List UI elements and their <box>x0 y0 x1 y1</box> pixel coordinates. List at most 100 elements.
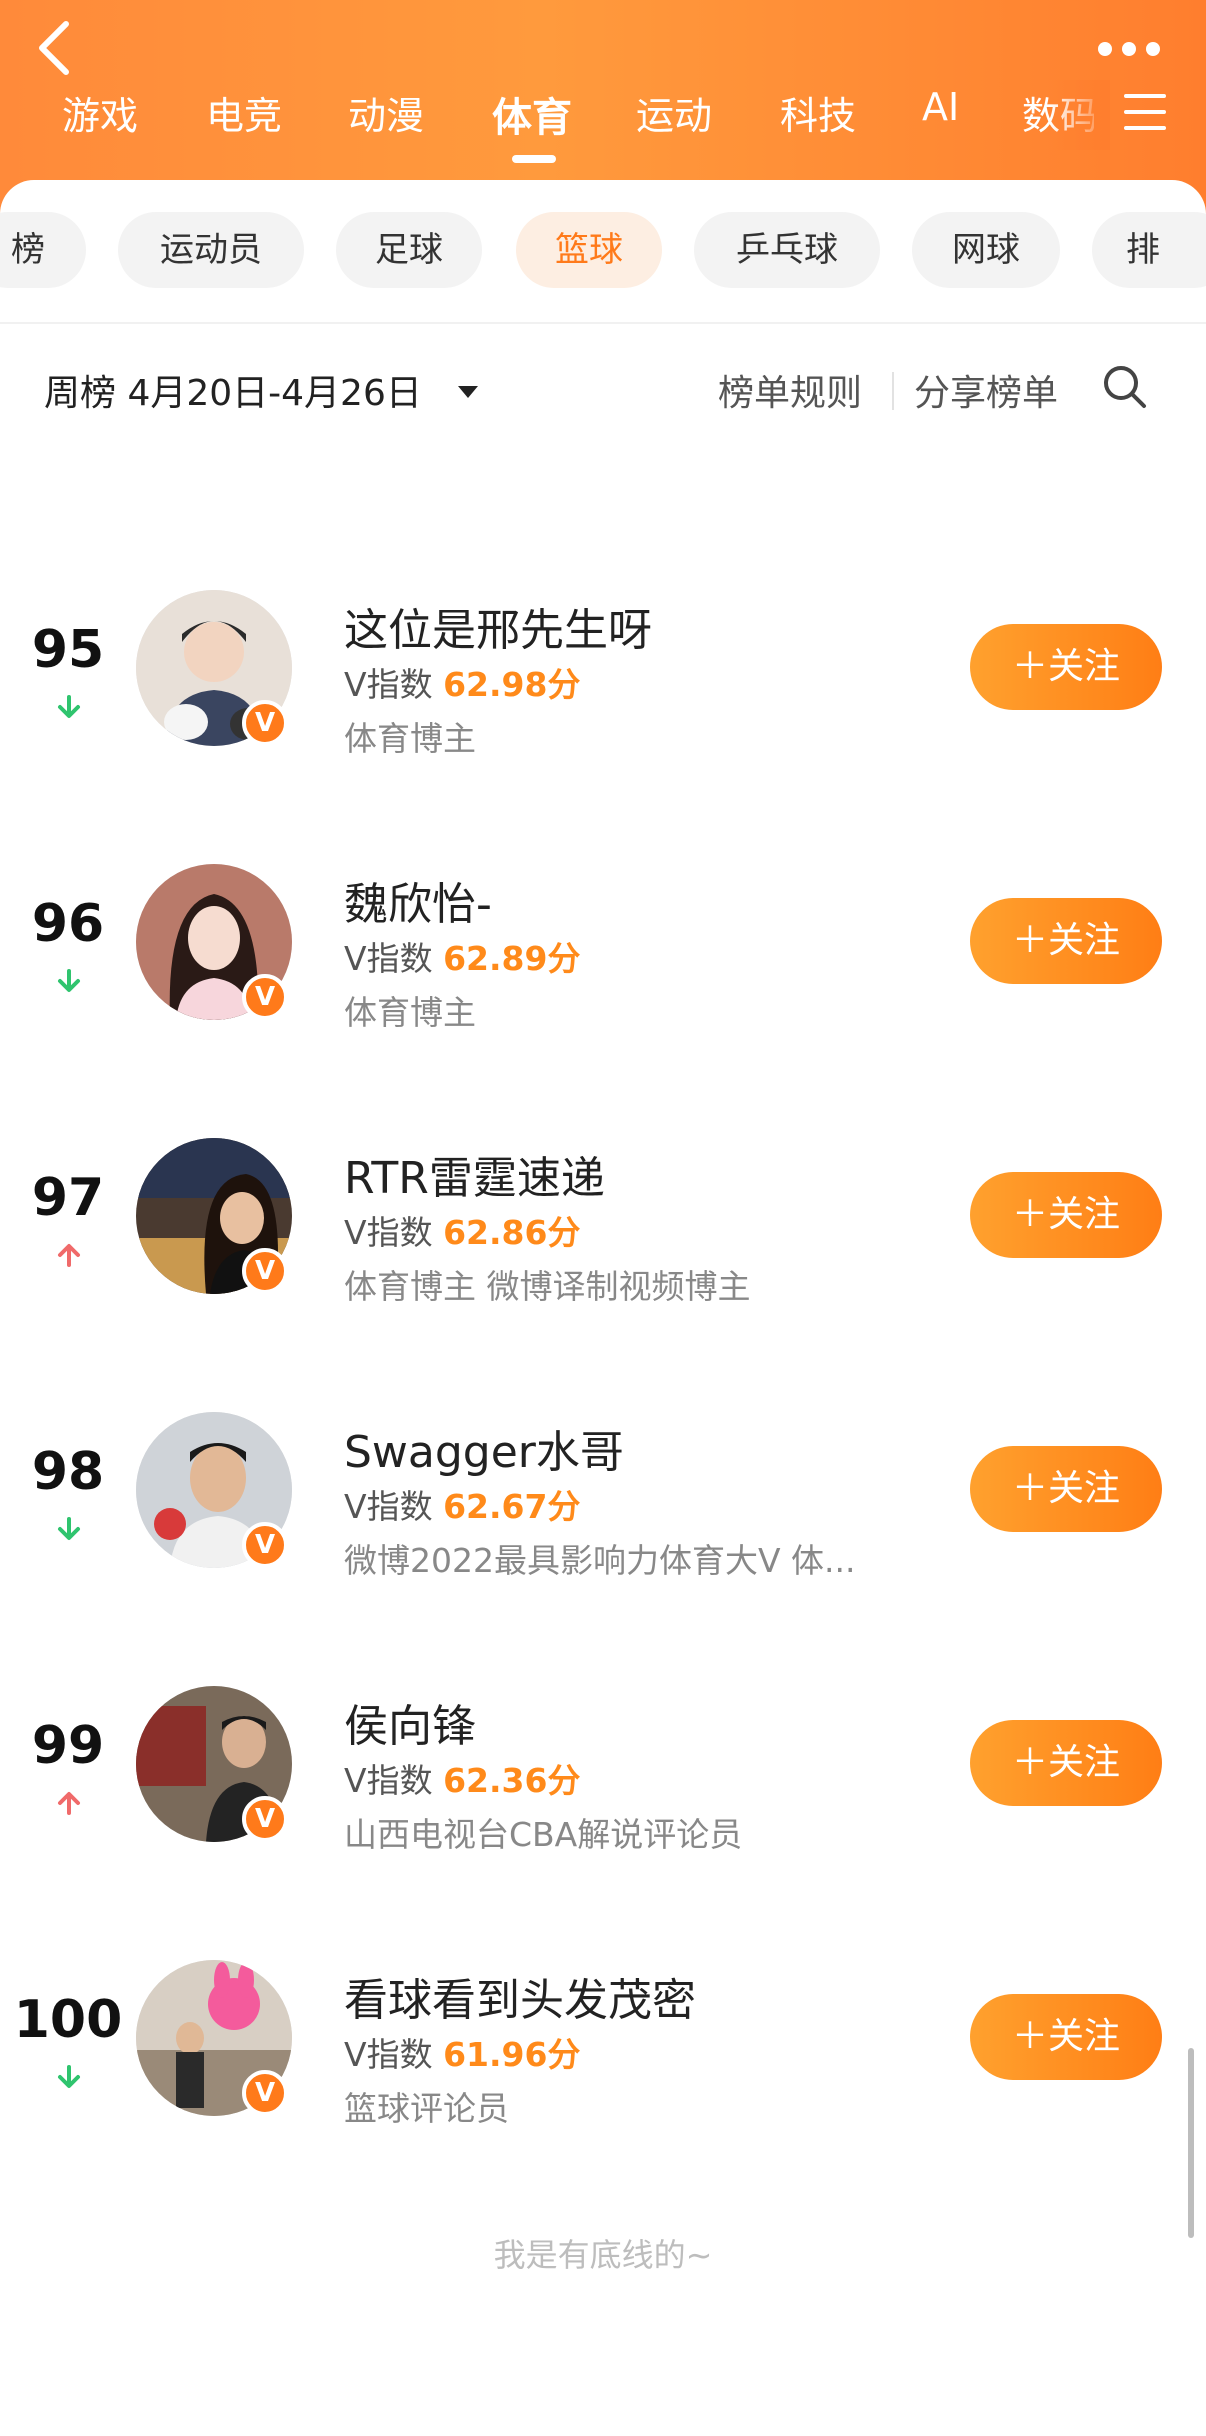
sub-tab-tennis[interactable]: 网球 <box>912 212 1060 288</box>
more-options-button[interactable] <box>1090 26 1170 66</box>
tab-ai[interactable]: AI <box>922 85 959 129</box>
tabs-fade <box>1050 80 1110 150</box>
rank-number: 95 <box>31 620 105 680</box>
v-index-score: 62.86分 <box>443 1213 581 1252</box>
sub-tab-label: 排 <box>1126 230 1160 270</box>
v-index-label: V指数 <box>344 1487 433 1526</box>
period-selector[interactable]: 周榜 4月20日-4月26日 <box>44 364 422 416</box>
tab-sports[interactable]: 体育 <box>492 85 572 143</box>
tab-tech[interactable]: 科技 <box>780 85 856 140</box>
v-index: V指数 62.89分 <box>344 932 580 980</box>
rank-number: 96 <box>31 894 105 954</box>
follow-button[interactable]: ＋关注 <box>970 1720 1162 1806</box>
sub-tab-football[interactable]: 足球 <box>336 212 482 288</box>
more-dot-icon <box>1146 42 1160 56</box>
more-dot-icon <box>1098 42 1112 56</box>
trend-up-icon <box>58 1244 80 1267</box>
ranking-row[interactable]: 97 V RTR雷霆速递 V指数 62.86分 体育博主 微博译制视频博主 ＋关… <box>0 1118 1206 1306</box>
follow-button[interactable]: ＋关注 <box>970 898 1162 984</box>
sub-tab-label: 网球 <box>952 230 1020 270</box>
follow-button[interactable]: ＋关注 <box>970 1172 1162 1258</box>
verified-badge-icon: V <box>242 1522 288 1568</box>
follow-button[interactable]: ＋关注 <box>970 1446 1162 1532</box>
verified-badge-icon: V <box>242 1796 288 1842</box>
ranking-row[interactable]: 98 V Swagger水哥 V指数 62.67分 微博2022最具影响力体育大… <box>0 1392 1206 1580</box>
divider <box>892 372 894 410</box>
share-link[interactable]: 分享榜单 <box>914 364 1058 416</box>
follow-label: 关注 <box>1048 2016 1121 2057</box>
tab-anime[interactable]: 动漫 <box>348 85 424 140</box>
user-name[interactable]: 魏欣怡- <box>344 868 492 932</box>
menu-icon[interactable] <box>1124 92 1166 132</box>
sub-tab-volleyball[interactable]: 排 <box>1092 212 1206 288</box>
back-button[interactable] <box>26 18 86 78</box>
ranking-row[interactable]: 96 V 魏欣怡- V指数 62.89分 体育博主 ＋关注 <box>0 844 1206 1032</box>
follow-button[interactable]: ＋关注 <box>970 624 1162 710</box>
plus-icon: ＋ <box>1011 646 1048 687</box>
v-index-label: V指数 <box>344 665 433 704</box>
v-index: V指数 62.98分 <box>344 658 580 706</box>
follow-button[interactable]: ＋关注 <box>970 1994 1162 2080</box>
verified-badge-icon: V <box>242 974 288 1020</box>
v-index-score: 61.96分 <box>443 2035 581 2074</box>
v-index-label: V指数 <box>344 2035 433 2074</box>
user-description: 微博2022最具影响力体育大V 体... <box>344 1541 856 1580</box>
v-index-score: 62.89分 <box>443 939 581 978</box>
search-icon[interactable] <box>1100 362 1150 412</box>
follow-label: 关注 <box>1048 646 1121 687</box>
v-index-label: V指数 <box>344 1761 433 1800</box>
tab-games[interactable]: 游戏 <box>62 85 138 140</box>
category-tabs: 游戏 电竞 动漫 体育 运动 科技 AI 数码 <box>0 85 1206 145</box>
active-tab-indicator <box>512 155 556 163</box>
sub-tab-label: 乒乓球 <box>736 230 838 270</box>
trend-down-icon <box>58 1517 80 1540</box>
user-name[interactable]: 看球看到头发茂密 <box>344 1964 696 2028</box>
user-name[interactable]: Swagger水哥 <box>344 1416 624 1480</box>
scrollbar[interactable] <box>1188 2048 1194 2238</box>
sub-tab-label: 足球 <box>375 230 443 270</box>
follow-label: 关注 <box>1048 1194 1121 1235</box>
user-description: 体育博主 <box>344 719 476 758</box>
verified-badge-icon: V <box>242 2070 288 2116</box>
rank-number: 99 <box>31 1716 105 1776</box>
end-of-list-text: 我是有底线的~ <box>493 2236 713 2274</box>
follow-label: 关注 <box>1048 1742 1121 1783</box>
ranking-row[interactable]: 99 V 侯向锋 V指数 62.36分 山西电视台CBA解说评论员 ＋关注 <box>0 1666 1206 1854</box>
trend-up-icon <box>58 1792 80 1815</box>
v-index-score: 62.36分 <box>443 1761 581 1800</box>
tab-esports[interactable]: 电竞 <box>206 85 282 140</box>
v-index-label: V指数 <box>344 939 433 978</box>
sub-tab-list[interactable]: 榜 <box>0 212 86 288</box>
trend-down-icon <box>58 2065 80 2088</box>
verified-badge-icon: V <box>242 1248 288 1294</box>
follow-label: 关注 <box>1048 920 1121 961</box>
sub-tab-label: 运动员 <box>160 230 262 270</box>
sub-category-tabs: 榜 运动员 足球 篮球 乒乓球 网球 排 <box>0 212 1206 288</box>
sub-tab-label: 篮球 <box>555 230 623 270</box>
rank-number: 100 <box>13 1990 123 2050</box>
trend-down-icon <box>58 969 80 992</box>
caret-down-icon[interactable] <box>458 386 478 398</box>
divider <box>0 322 1206 324</box>
user-description: 山西电视台CBA解说评论员 <box>344 1815 743 1854</box>
v-index: V指数 62.86分 <box>344 1206 580 1254</box>
user-name[interactable]: 这位是邢先生呀 <box>344 594 652 658</box>
follow-label: 关注 <box>1048 1468 1121 1509</box>
user-name[interactable]: 侯向锋 <box>344 1690 476 1754</box>
sub-tab-table-tennis[interactable]: 乒乓球 <box>694 212 880 288</box>
ranking-row[interactable]: 95 V 这位是邢先生呀 V指数 62.98分 体育博主 ＋关注 <box>0 570 1206 758</box>
more-dot-icon <box>1122 42 1136 56</box>
user-name[interactable]: RTR雷霆速递 <box>344 1142 605 1206</box>
user-description: 体育博主 <box>344 993 476 1032</box>
sub-tab-athletes[interactable]: 运动员 <box>118 212 304 288</box>
v-index-score: 62.98分 <box>443 665 581 704</box>
sub-tab-label: 榜 <box>11 230 45 270</box>
rank-number: 97 <box>31 1168 105 1228</box>
tab-exercise[interactable]: 运动 <box>636 85 712 140</box>
plus-icon: ＋ <box>1011 2016 1048 2057</box>
ranking-row[interactable]: 100 V 看球看到头发茂密 V指数 61.96分 篮球评论员 ＋关注 <box>0 1940 1206 2128</box>
rules-link[interactable]: 榜单规则 <box>718 364 862 416</box>
v-index: V指数 61.96分 <box>344 2028 580 2076</box>
back-arrow-icon <box>39 21 69 75</box>
sub-tab-basketball[interactable]: 篮球 <box>516 212 662 288</box>
